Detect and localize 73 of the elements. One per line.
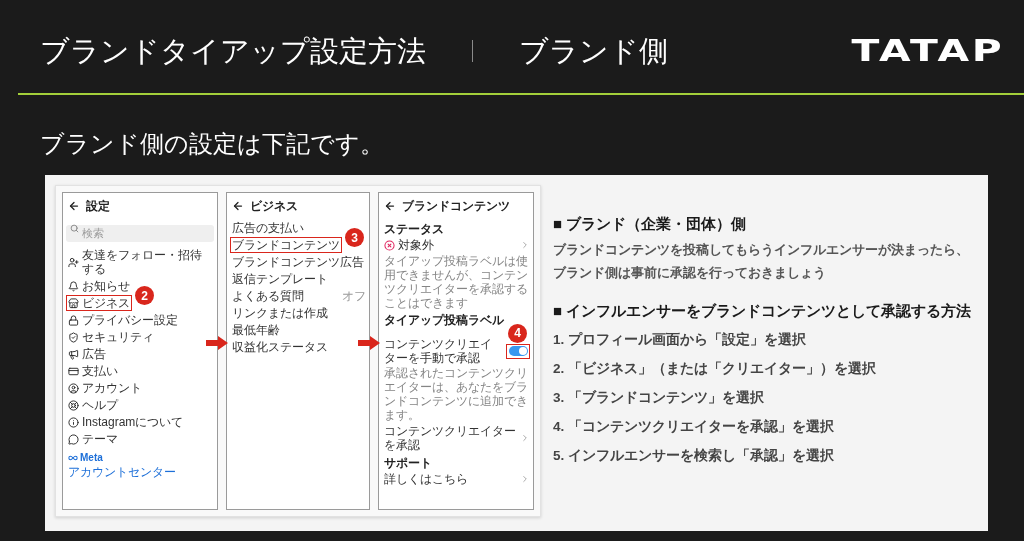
menu-item[interactable]: コンテンツクリエイターを承認	[382, 423, 518, 453]
step-text: 1. プロフィール画面から「設定」を選択	[553, 331, 806, 349]
description-text: 承認されたコンテンツクリエイターは、あなたをブランドコンテンツに追加できます。	[383, 366, 529, 422]
menu-item[interactable]: プライバシー設定	[66, 312, 180, 328]
description-text: ブランドコンテンツを投稿してもらうインフルエンサーが決まったら、 ブランド側は事前に承認を行っておきましょう	[553, 241, 969, 282]
infinity-icon	[68, 453, 78, 463]
menu-item[interactable]: 広告	[66, 346, 108, 362]
screen-title: ビジネス	[250, 198, 298, 214]
right-arrow-icon	[206, 336, 228, 350]
step-text: 5. インフルエンサーを検索し「承認」を選択	[553, 447, 834, 465]
menu-item[interactable]: 最低年齢	[230, 322, 282, 338]
left-arrow-icon[interactable]	[68, 200, 80, 212]
menu-item[interactable]: よくある質問	[230, 288, 306, 304]
menu-item[interactable]: ヘルプ	[66, 397, 120, 413]
right-arrow-icon	[358, 336, 380, 350]
brand-logo: TATAP	[851, 34, 1004, 67]
lock-icon	[68, 314, 79, 326]
shop-icon	[68, 297, 79, 309]
menu-item[interactable]: ブランドコンテンツ広告	[230, 254, 366, 270]
menu-item[interactable]: ビジネス	[66, 295, 132, 311]
page-subtitle: ブランド側	[519, 33, 668, 69]
search-icon	[70, 224, 79, 233]
info-icon	[68, 416, 79, 428]
search-field[interactable]: 検索	[66, 224, 214, 242]
description-text: タイアップ投稿ラベルは使用できませんが、コンテンツクリエイターを承認することはできます	[383, 254, 529, 310]
card-icon	[68, 365, 79, 377]
toggle-label: コンテンツクリエイターを手動で承認	[383, 337, 493, 365]
chat-bubble-icon	[68, 433, 79, 445]
screen-title: 設定	[86, 198, 110, 214]
brand-name: Meta	[80, 452, 103, 464]
step-text: 4. 「コンテンツクリエイターを承認」を選択	[553, 418, 834, 436]
menu-item[interactable]: テーマ	[66, 431, 120, 447]
step-number-badge: 4	[508, 323, 527, 343]
user-circle-icon	[68, 382, 79, 394]
menu-item[interactable]: 詳しくはこちら	[382, 471, 470, 487]
section-label: ステータス	[383, 222, 445, 236]
menu-item[interactable]: 返信テンプレート	[230, 271, 330, 287]
left-arrow-icon[interactable]	[384, 200, 396, 212]
menu-item[interactable]: 収益化ステータス	[230, 339, 330, 355]
intro-text: ブランド側の設定は下記です。	[40, 129, 384, 159]
section-heading: ■ インフルエンサーをブランドコンテンツとして承認する方法	[553, 301, 972, 321]
page-title: ブランドタイアップ設定方法	[40, 33, 426, 69]
toggle-switch[interactable]	[506, 343, 530, 359]
chevron-right-icon	[520, 474, 530, 484]
shield-check-icon	[68, 331, 79, 343]
cross-circle-icon	[384, 239, 395, 251]
menu-item[interactable]: お知らせ	[66, 278, 132, 294]
chevron-right-icon	[520, 433, 530, 443]
megaphone-icon	[68, 348, 79, 360]
menu-item[interactable]: Instagramについて	[66, 414, 186, 430]
step-text: 3. 「ブランドコンテンツ」を選択	[553, 389, 764, 407]
person-plus-icon	[68, 256, 79, 268]
chevron-right-icon	[520, 240, 530, 250]
menu-item[interactable]: セキュリティ	[66, 329, 156, 345]
menu-item[interactable]: 対象外	[382, 237, 436, 253]
step-number-badge: 3	[345, 228, 364, 247]
section-label: タイアップ投稿ラベル	[383, 313, 505, 327]
step-text: 2. 「ビジネス」（または「クリエイター」）を選択	[553, 360, 876, 378]
screen-title: ブランドコンテンツ	[402, 198, 510, 214]
menu-item[interactable]: 友達をフォロー・招待する	[66, 247, 214, 277]
menu-item[interactable]: ブランドコンテンツ	[230, 237, 342, 253]
menu-item[interactable]: 広告の支払い	[230, 220, 306, 236]
footer-link[interactable]: アカウントセンター	[66, 465, 178, 479]
menu-item[interactable]: リンクまたは作成	[230, 305, 330, 321]
menu-item[interactable]: アカウント	[66, 380, 144, 396]
setting-value: オフ	[342, 289, 366, 303]
section-heading: ■ ブランド（企業・団体）側	[553, 214, 747, 234]
left-arrow-icon[interactable]	[232, 200, 244, 212]
lifebuoy-icon	[68, 399, 79, 411]
menu-item[interactable]: 支払い	[66, 363, 120, 379]
bell-icon	[68, 280, 79, 292]
step-number-badge: 2	[135, 286, 154, 305]
section-label: サポート	[383, 456, 433, 470]
